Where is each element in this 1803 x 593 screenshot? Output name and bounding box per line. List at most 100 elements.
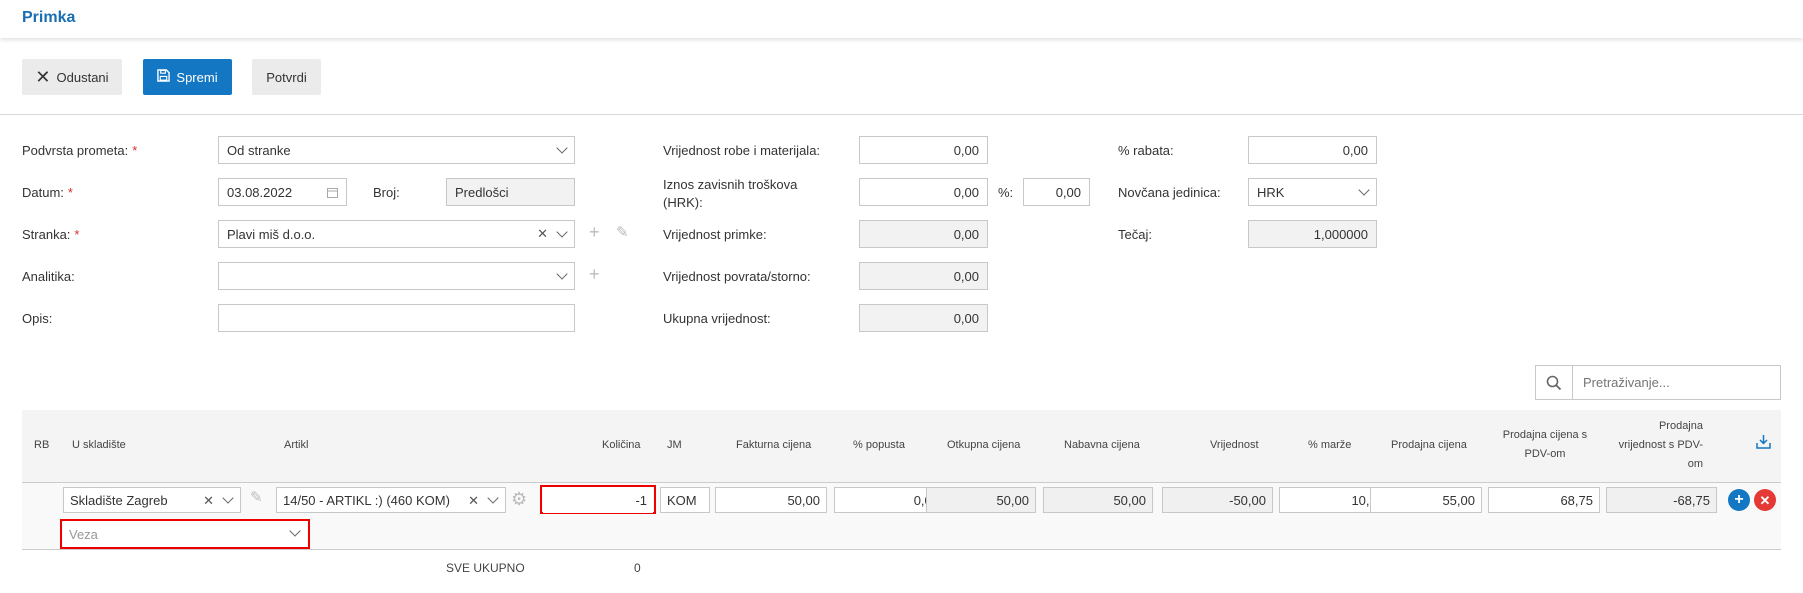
otkupna-value: 50,00 [996,492,1029,508]
rabat-input[interactable]: 0,00 [1248,136,1377,164]
rabat-value: 0,00 [1342,142,1368,158]
chevron-down-icon [556,226,568,238]
floppy-icon [157,69,171,85]
th-fakturna: Fakturna cijena [736,439,812,451]
stranka-select[interactable]: Plavi miš d.o.o. ✕ [218,220,575,248]
percent-input[interactable]: 0,00 [1023,178,1090,206]
th-otkupna: Otkupna cijena [947,439,1021,451]
kolicina-input[interactable]: -1 [543,487,653,513]
zavisni-label: Iznos zavisnih troškova (HRK): [663,176,797,212]
gear-icon[interactable]: ⚙ [511,490,527,508]
edit-pencil-icon[interactable]: ✎ [250,488,263,506]
opis-label: Opis: [22,311,53,326]
save-button[interactable]: Spremi [143,59,232,95]
confirm-button[interactable]: Potvrdi [252,59,321,95]
tecaj-input[interactable]: 1,000000 [1248,220,1377,248]
th-kolicina: Količina [602,439,641,451]
otkupna-input: 50,00 [926,487,1036,513]
clear-icon[interactable]: ✕ [468,493,479,509]
stranka-value: Plavi miš d.o.o. [227,226,316,242]
prodajna-pdv-input[interactable]: 68,75 [1488,487,1600,513]
th-prodajna-vrijednost: Prodajna vrijednost s PDV- om [1611,417,1703,474]
th-nabavna: Nabavna cijena [1064,439,1140,451]
add-stranka-icon[interactable]: + [589,222,600,243]
ukupna-label: Ukupna vrijednost: [663,311,771,326]
ukupna-input: 0,00 [859,304,988,332]
povrata-input: 0,00 [859,262,988,290]
artikl-select[interactable]: 14/50 - ARTIKL :) (460 KOM) ✕ [276,487,506,513]
th-skladiste: U skladište [72,439,126,451]
page-header: Primka [0,0,1803,38]
zavisni-input[interactable]: 0,00 [859,178,988,206]
chevron-down-icon [556,268,568,280]
th-vrijednost: Vrijednost [1210,439,1259,451]
chevron-down-icon [289,525,301,537]
chevron-down-icon [556,142,568,154]
th-prodajna-pdv: Prodajna cijena s PDV-om [1495,426,1595,464]
chevron-down-icon [1358,184,1370,196]
primke-label: Vrijednost primke: [663,227,767,242]
cancel-button-label: Odustani [56,69,109,85]
chevron-down-icon [487,492,499,504]
skladiste-value: Skladište Zagreb [70,492,168,508]
robe-value: 0,00 [953,142,979,158]
skladiste-select[interactable]: Skladište Zagreb ✕ [63,487,241,513]
search-input[interactable] [1581,374,1775,391]
broj-value: Predlošci [455,184,509,200]
required-mark: * [74,227,80,242]
cancel-button[interactable]: ✕ Odustani [22,59,122,95]
th-prodajna: Prodajna cijena [1391,439,1467,451]
robe-label: Vrijednost robe i materijala: [663,143,821,158]
valuta-select[interactable]: HRK [1248,178,1377,206]
podvrsta-select[interactable]: Od stranke [218,136,575,164]
add-analitika-icon[interactable]: + [589,264,600,285]
datum-value: 03.08.2022 [227,184,293,200]
clear-icon[interactable]: ✕ [537,226,548,242]
robe-input[interactable]: 0,00 [859,136,988,164]
search-icon[interactable] [1536,366,1573,399]
stranka-label-text: Stranka: [22,227,71,242]
valuta-label: Novčana jedinica: [1118,185,1221,200]
remove-row-icon[interactable]: ✕ [1754,489,1776,511]
th-prodajna-pdv-line1: Prodajna cijena s [1502,429,1588,441]
valuta-value: HRK [1257,184,1285,200]
tecaj-value: 1,000000 [1313,226,1368,242]
calendar-icon[interactable] [327,186,338,201]
clear-icon[interactable]: ✕ [203,493,214,509]
th-rb: RB [34,439,50,451]
tecaj-label: Tečaj: [1118,227,1152,242]
sve-ukupno-label: SVE UKUPNO [446,561,525,575]
podvrsta-label: Podvrsta prometa: * [22,143,137,158]
analitika-label: Analitika: [22,269,75,284]
close-icon: ✕ [35,67,51,87]
jm-input[interactable]: KOM [660,487,710,513]
artikl-value: 14/50 - ARTIKL :) (460 KOM) [283,492,450,508]
th-prod-vr-line1: Prodajna [1658,420,1703,432]
add-row-icon[interactable]: + [1728,489,1750,511]
analitika-select[interactable] [218,262,575,290]
primke-value: 0,00 [953,226,979,242]
chevron-down-icon [222,492,234,504]
broj-input[interactable]: Predlošci [446,178,575,206]
prodajna-input[interactable]: 55,00 [1370,487,1482,513]
primke-input: 0,00 [859,220,988,248]
th-marza: % marže [1308,439,1352,451]
search-box[interactable] [1535,365,1781,400]
opis-input[interactable] [218,304,575,332]
download-icon[interactable] [1756,434,1771,452]
th-prodajna-pdv-line2: PDV-om [1524,448,1566,460]
datum-input[interactable]: 03.08.2022 [218,178,347,206]
stranka-label: Stranka: * [22,227,79,242]
datum-label-text: Datum: [22,185,64,200]
vrijednost-value: -50,00 [1229,492,1266,508]
veza-select[interactable]: Veza [63,521,307,547]
sve-ukupno-value: 0 [634,561,641,575]
edit-pencil-icon[interactable]: ✎ [616,223,629,241]
page-title: Primka [22,9,76,26]
fakturna-value: 50,00 [787,492,820,508]
th-prod-vr-line3: om [1687,458,1703,470]
prodajna-vrijednost-value: -68,75 [1673,492,1710,508]
jm-value: KOM [667,492,697,508]
fakturna-input[interactable]: 50,00 [715,487,827,513]
prodajna-vrijednost-input: -68,75 [1606,487,1717,513]
